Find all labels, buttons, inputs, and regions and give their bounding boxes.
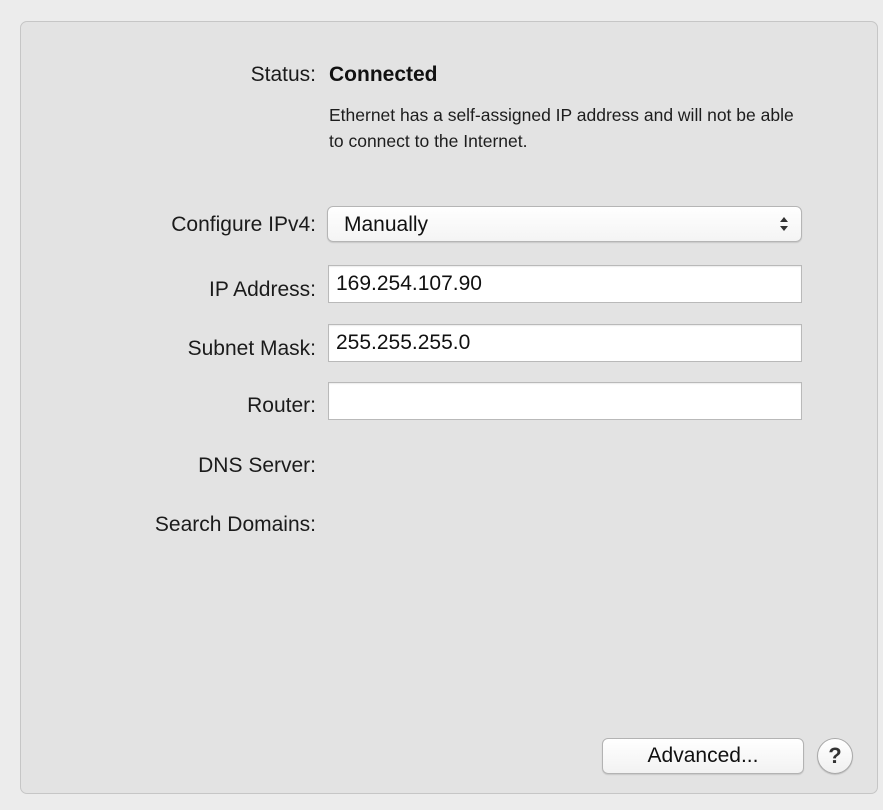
subnet-mask-field[interactable] <box>328 324 802 362</box>
status-label: Status: <box>250 63 316 86</box>
help-button[interactable]: ? <box>817 738 853 774</box>
configure-ipv4-label: Configure IPv4: <box>171 213 316 236</box>
subnet-mask-label: Subnet Mask: <box>187 337 316 360</box>
status-value: Connected <box>329 63 438 86</box>
ip-address-label: IP Address: <box>208 278 316 301</box>
status-description: Ethernet has a self-assigned IP address … <box>329 105 794 151</box>
search-domains-label: Search Domains: <box>154 513 316 536</box>
router-field[interactable] <box>328 382 802 420</box>
advanced-button[interactable]: Advanced... <box>602 738 804 774</box>
up-down-arrows-icon <box>780 217 788 231</box>
router-label: Router: <box>247 394 316 417</box>
dns-server-label: DNS Server: <box>198 454 316 477</box>
ip-address-field[interactable] <box>328 265 802 303</box>
network-settings-window: Status: Connected Ethernet has a self-as… <box>0 0 883 810</box>
configure-ipv4-select[interactable]: Manually <box>327 206 802 242</box>
configure-ipv4-selected-value: Manually <box>344 213 429 236</box>
